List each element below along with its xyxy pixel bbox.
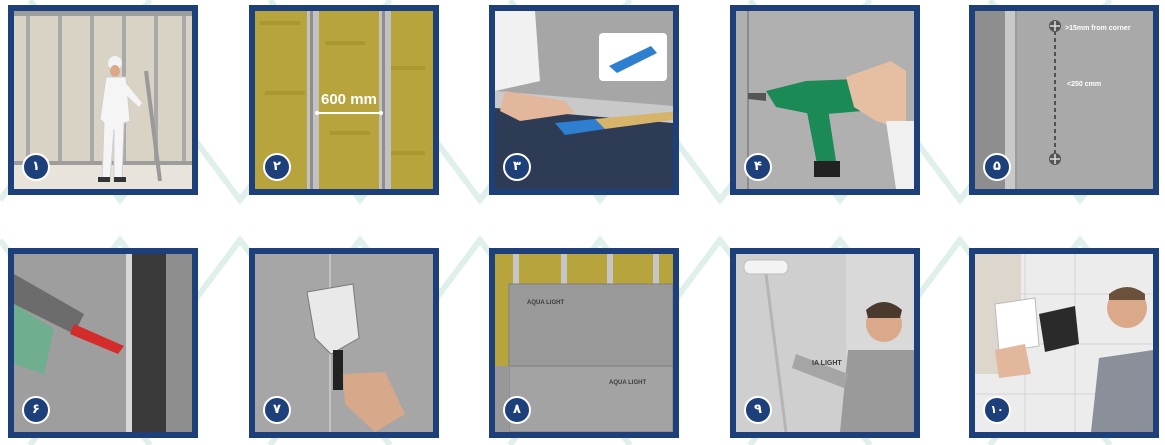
board-brand-label-partial: IA LIGHT	[812, 360, 842, 367]
step-number-badge: ۱	[22, 153, 50, 181]
corner-distance-note: >15mm from corner	[1065, 25, 1131, 32]
step-number-badge: ۷	[263, 396, 291, 424]
step-number-badge: ۸	[503, 396, 531, 424]
board-brand-label: AQUA LIGHT	[527, 300, 565, 306]
step-6-panel: ۶	[8, 248, 198, 438]
step-4-panel: ۴	[730, 5, 920, 195]
step-1-panel: ۱	[8, 5, 198, 195]
step-number-badge: ۱۰	[983, 396, 1011, 424]
step-number-badge: ۴	[744, 153, 772, 181]
step-number-badge: ۵	[983, 153, 1011, 181]
step-8-panel: AQUA LIGHT AQUA LIGHT ۸	[489, 248, 679, 438]
step-7-panel: ۷	[249, 248, 439, 438]
step-number-badge: ۹	[744, 396, 772, 424]
board-brand-label: AQUA LIGHT	[609, 380, 647, 386]
step-5-panel: >15mm from corner <250 cmm ۵	[969, 5, 1159, 195]
screw-spacing-note: <250 cmm	[1067, 81, 1102, 88]
stud-spacing-label: 600 mm	[321, 91, 377, 108]
step-9-panel: IA LIGHT ۹	[730, 248, 920, 438]
step-number-badge: ۳	[503, 153, 531, 181]
step-2-panel: 600 mm ۲	[249, 5, 439, 195]
step-10-panel: ۱۰	[969, 248, 1159, 438]
step-3-panel: ۳	[489, 5, 679, 195]
step-number-badge: ۲	[263, 153, 291, 181]
step-number-badge: ۶	[22, 396, 50, 424]
